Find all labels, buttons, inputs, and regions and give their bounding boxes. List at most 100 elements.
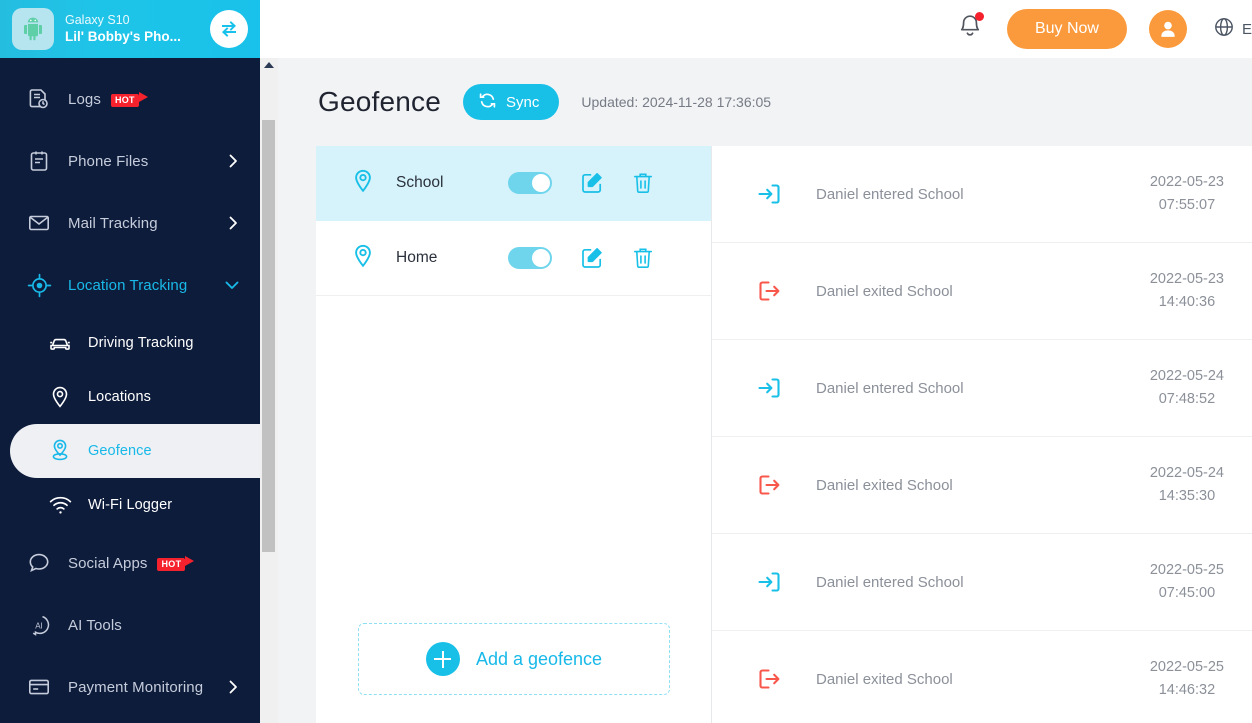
- sidebar-scrollbar[interactable]: [260, 58, 278, 723]
- event-text: Daniel exited School: [816, 476, 953, 494]
- sidebar-item-label: Logs: [68, 90, 101, 108]
- chevron-right-icon: [224, 678, 242, 696]
- event-row: Daniel entered School 2022-05-24 07:48:5…: [712, 340, 1252, 437]
- sidebar-item-phone-files[interactable]: Phone Files: [0, 130, 260, 192]
- geofence-pin-icon: [46, 438, 74, 464]
- enter-arrow-icon: [754, 373, 784, 403]
- notification-bell-icon[interactable]: [957, 11, 984, 46]
- exit-arrow-icon: [754, 276, 784, 306]
- sidebar-item-label: Driving Tracking: [88, 335, 194, 351]
- scroll-up-arrow-icon[interactable]: [264, 62, 274, 68]
- geofence-events-panel: Daniel entered School 2022-05-23 07:55:0…: [712, 146, 1252, 723]
- event-clock: 14:35:30: [1158, 488, 1216, 504]
- sidebar-item-label: AI Tools: [68, 616, 122, 634]
- event-time: 2022-05-23 07:55:07: [1150, 171, 1224, 217]
- car-icon: [46, 331, 74, 355]
- geofence-panels: School Home Add a geofence Daniel entere…: [316, 146, 1252, 723]
- sidebar-item-location-tracking[interactable]: Location Tracking: [0, 254, 260, 316]
- sidebar-item-locations[interactable]: Locations: [0, 370, 260, 424]
- map-pin-icon: [350, 243, 376, 274]
- android-robot-icon: [12, 8, 54, 50]
- sidebar-item-social-apps[interactable]: Social Apps HOT: [0, 532, 260, 594]
- add-geofence-button[interactable]: Add a geofence: [358, 623, 670, 695]
- event-text: Daniel exited School: [816, 670, 953, 688]
- event-time: 2022-05-23 14:40:36: [1150, 268, 1224, 314]
- notification-dot: [974, 11, 984, 21]
- topbar: Buy Now E: [278, 0, 1252, 58]
- sidebar-item-mail-tracking[interactable]: Mail Tracking: [0, 192, 260, 254]
- refresh-icon: [478, 91, 497, 113]
- page-title: Geofence: [318, 86, 442, 117]
- sidebar-item-geofence[interactable]: Geofence: [10, 424, 260, 478]
- event-clock: 07:48:52: [1158, 391, 1216, 407]
- chevron-right-icon: [224, 152, 242, 170]
- event-text: Daniel exited School: [816, 282, 953, 300]
- event-time: 2022-05-25 14:46:32: [1150, 656, 1224, 702]
- language-selector[interactable]: E: [1213, 16, 1252, 43]
- geofence-toggle[interactable]: [508, 172, 552, 194]
- geofence-list-panel: School Home Add a geofence: [316, 146, 712, 723]
- switch-device-icon[interactable]: [210, 10, 248, 48]
- event-text: Daniel entered School: [816, 379, 964, 397]
- phone-files-icon: [24, 149, 54, 173]
- buy-now-button[interactable]: Buy Now: [1006, 9, 1127, 49]
- device-info: Galaxy S10 Lil' Bobby's Pho...: [65, 12, 206, 46]
- mail-icon: [24, 211, 54, 235]
- geofence-toggle[interactable]: [508, 247, 552, 269]
- event-row: Daniel exited School 2022-05-24 14:35:30: [712, 437, 1252, 534]
- sidebar-item-driving-tracking[interactable]: Driving Tracking: [0, 316, 260, 370]
- ai-icon: AI: [24, 613, 54, 637]
- exit-arrow-icon: [754, 664, 784, 694]
- logs-icon: [24, 87, 54, 111]
- trash-icon[interactable]: [632, 246, 654, 270]
- event-date: 2022-05-24: [1149, 465, 1224, 481]
- svg-text:AI: AI: [35, 621, 43, 630]
- credit-card-icon: [24, 675, 54, 699]
- event-clock: 07:45:00: [1158, 585, 1216, 601]
- geofence-row-school[interactable]: School: [316, 146, 711, 221]
- map-pin-icon: [350, 168, 376, 199]
- geofence-name: Home: [396, 249, 438, 266]
- sidebar-item-label: Phone Files: [68, 152, 149, 170]
- enter-arrow-icon: [754, 567, 784, 597]
- sidebar-nav: Logs HOT Phone Files Mail Tracking Locat…: [0, 58, 260, 718]
- scrollbar-thumb[interactable]: [262, 120, 275, 552]
- sidebar-item-payment-monitoring[interactable]: Payment Monitoring: [0, 656, 260, 718]
- language-label: E: [1241, 20, 1252, 38]
- event-date: 2022-05-23: [1149, 174, 1224, 190]
- event-clock: 07:55:07: [1158, 197, 1216, 213]
- event-time: 2022-05-24 14:35:30: [1150, 462, 1224, 508]
- chat-bubble-icon: [24, 551, 54, 575]
- geofence-row-home[interactable]: Home: [316, 221, 711, 296]
- sidebar-item-label: Payment Monitoring: [68, 678, 204, 696]
- event-date: 2022-05-24: [1149, 368, 1224, 384]
- chevron-right-icon: [224, 214, 242, 232]
- sidebar-item-label: Social Apps: [68, 554, 148, 572]
- edit-icon[interactable]: [580, 246, 604, 270]
- hot-badge: HOT: [157, 554, 195, 572]
- geofence-name: School: [396, 174, 444, 191]
- sidebar-item-label: Location Tracking: [68, 276, 188, 294]
- app-window: Galaxy S10 Lil' Bobby's Pho... Logs HOT …: [0, 0, 1252, 723]
- exit-arrow-icon: [754, 470, 784, 500]
- sync-button[interactable]: Sync: [463, 84, 560, 120]
- event-clock: 14:46:32: [1158, 682, 1216, 698]
- sidebar-item-logs[interactable]: Logs HOT: [0, 68, 260, 130]
- sidebar-item-wifi-logger[interactable]: Wi-Fi Logger: [0, 478, 260, 532]
- device-header[interactable]: Galaxy S10 Lil' Bobby's Pho...: [0, 0, 260, 58]
- globe-icon: [1213, 16, 1235, 43]
- main-content: Geofence Sync Updated: 2024-11-28 17:36:…: [278, 58, 1252, 723]
- sidebar: Galaxy S10 Lil' Bobby's Pho... Logs HOT …: [0, 0, 260, 723]
- event-row: Daniel entered School 2022-05-23 07:55:0…: [712, 146, 1252, 243]
- sidebar-item-ai-tools[interactable]: AI AI Tools: [0, 594, 260, 656]
- event-text: Daniel entered School: [816, 573, 964, 591]
- event-text: Daniel entered School: [816, 185, 964, 203]
- plus-circle-icon: [425, 642, 460, 676]
- sidebar-item-label: Locations: [88, 389, 151, 405]
- user-avatar-icon[interactable]: [1148, 10, 1187, 48]
- edit-icon[interactable]: [580, 171, 604, 195]
- event-row: Daniel entered School 2022-05-25 07:45:0…: [712, 534, 1252, 631]
- event-clock: 14:40:36: [1158, 294, 1216, 310]
- trash-icon[interactable]: [632, 171, 654, 195]
- event-row: Daniel exited School 2022-05-23 14:40:36: [712, 243, 1252, 340]
